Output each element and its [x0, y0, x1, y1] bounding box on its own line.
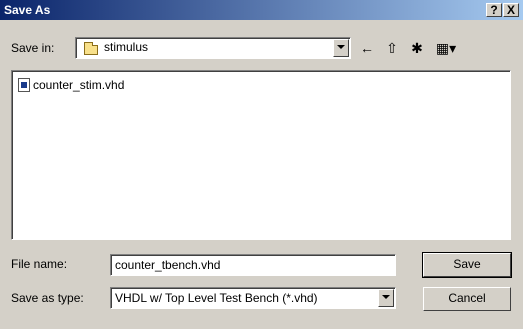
vhd-file-icon [18, 78, 30, 92]
file-name-label: File name: [11, 257, 68, 271]
folder-icon [84, 42, 98, 55]
chevron-down-icon[interactable] [378, 289, 394, 307]
window-title: Save As [4, 3, 51, 17]
help-icon: ? [490, 3, 498, 17]
save-as-type-value: VHDL w/ Top Level Test Bench (*.vhd) [115, 291, 318, 305]
title-bar: Save As ? X [0, 0, 523, 20]
new-folder-icon[interactable]: ✱ [407, 39, 427, 57]
save-in-label: Save in: [11, 41, 55, 55]
file-name-value: counter_tbench.vhd [115, 258, 221, 272]
view-menu-icon[interactable]: ▦▾ [432, 39, 460, 57]
up-folder-icon[interactable]: ⇧ [382, 39, 402, 57]
close-button[interactable]: X [503, 3, 519, 17]
help-button[interactable]: ? [486, 3, 502, 17]
file-name-text: counter_stim.vhd [33, 78, 125, 92]
save-in-dropdown[interactable]: stimulus [75, 37, 351, 59]
back-icon[interactable]: ← [357, 39, 377, 57]
close-icon: X [506, 3, 515, 17]
file-name-field[interactable]: counter_tbench.vhd [110, 254, 396, 276]
save-as-type-dropdown[interactable]: VHDL w/ Top Level Test Bench (*.vhd) [110, 287, 396, 309]
save-in-value: stimulus [104, 40, 149, 54]
cancel-button[interactable]: Cancel [423, 287, 511, 311]
chevron-down-icon[interactable] [333, 39, 349, 57]
file-list[interactable]: counter_stim.vhd [11, 70, 511, 240]
save-as-type-label: Save as type: [11, 291, 84, 305]
save-button[interactable]: Save [422, 252, 512, 278]
